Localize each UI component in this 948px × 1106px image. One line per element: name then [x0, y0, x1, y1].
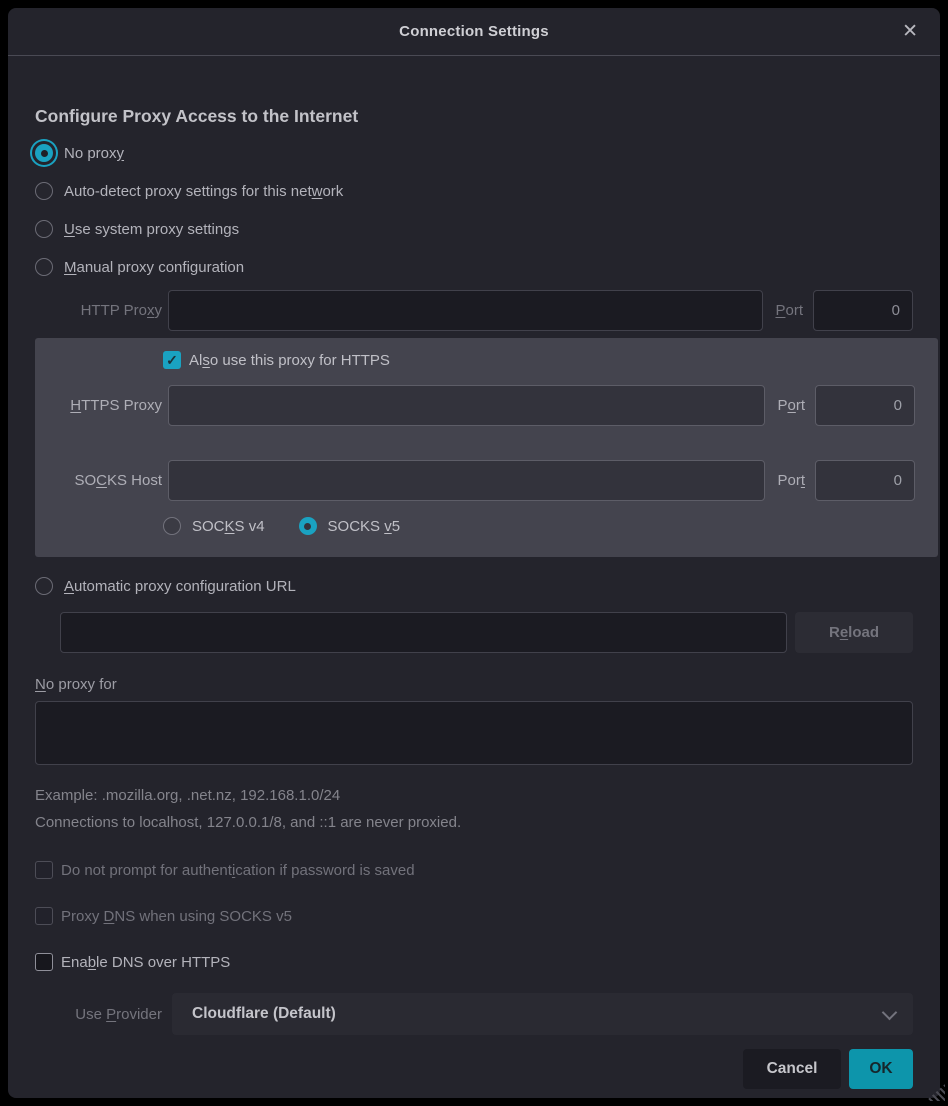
also-https-row[interactable]: ✓ Also use this proxy for HTTPS [163, 348, 915, 372]
socks-host-input[interactable] [168, 460, 765, 501]
socks-host-row: SOCKS Host Port [35, 460, 915, 501]
radio-icon[interactable] [35, 182, 53, 200]
https-proxy-row: HTTPS Proxy Port [35, 385, 915, 426]
dialog-footer: Cancel OK [35, 1049, 913, 1089]
radio-label: Manual proxy configuration [64, 259, 244, 276]
example-text: Example: .mozilla.org, .net.nz, 192.168.… [35, 787, 913, 804]
auto-proxy-url-label: Automatic proxy configuration URL [64, 578, 296, 595]
radio-icon[interactable] [35, 220, 53, 238]
http-proxy-input[interactable] [168, 290, 763, 331]
option-label: Proxy DNS when using SOCKS v5 [61, 908, 292, 925]
radio-no-proxy[interactable]: No proxy [35, 141, 913, 165]
http-proxy-label: HTTP Proxy [35, 302, 162, 319]
provider-row: Use Provider Cloudflare (Default) [35, 993, 913, 1035]
option-proxy-dns-socks5[interactable]: Proxy DNS when using SOCKS v5 [35, 904, 913, 928]
dialog-content: Configure Proxy Access to the Internet N… [8, 106, 940, 1089]
https-socks-spotlight: ✓ Also use this proxy for HTTPS HTTPS Pr… [35, 338, 938, 557]
http-port-label: Port [775, 302, 803, 319]
checkbox-icon[interactable] [35, 953, 53, 971]
also-https-label: Also use this proxy for HTTPS [189, 352, 390, 369]
https-proxy-input[interactable] [168, 385, 765, 426]
socks-version-row: SOCKS v4 SOCKS v5 [163, 514, 915, 538]
socks-port-input[interactable] [815, 460, 915, 501]
cancel-button[interactable]: Cancel [743, 1049, 841, 1089]
provider-selected-value: Cloudflare (Default) [192, 1005, 884, 1023]
title-bar: Connection Settings ✕ [8, 8, 940, 56]
ok-button[interactable]: OK [849, 1049, 913, 1089]
radio-label: No proxy [64, 145, 124, 162]
checkbox-icon[interactable] [35, 861, 53, 879]
radio-label: Auto-detect proxy settings for this netw… [64, 183, 343, 200]
https-port-label: Port [777, 397, 805, 414]
radio-icon[interactable] [35, 577, 53, 595]
auto-proxy-url-row: Reload [35, 612, 913, 653]
chevron-down-icon [882, 1004, 898, 1020]
socks-v5-label: SOCKS v5 [328, 518, 401, 535]
section-heading: Configure Proxy Access to the Internet [35, 106, 913, 127]
radio-auto-detect[interactable]: Auto-detect proxy settings for this netw… [35, 179, 913, 203]
options-group: Do not prompt for authentication if pass… [35, 858, 913, 974]
no-proxy-for-textarea[interactable] [35, 701, 913, 765]
radio-use-system[interactable]: Use system proxy settings [35, 217, 913, 241]
radio-auto-proxy-url[interactable]: Automatic proxy configuration URL [35, 574, 913, 598]
option-enable-doh[interactable]: Enable DNS over HTTPS [35, 950, 913, 974]
checkbox-checked-icon[interactable]: ✓ [163, 351, 181, 369]
option-label: Enable DNS over HTTPS [61, 954, 230, 971]
radio-socks-v5[interactable] [299, 517, 317, 535]
close-icon[interactable]: ✕ [896, 8, 924, 55]
radio-socks-v4[interactable] [163, 517, 181, 535]
reload-button[interactable]: Reload [795, 612, 913, 653]
socks-v4-label: SOCKS v4 [192, 518, 265, 535]
radio-label: Use system proxy settings [64, 221, 239, 238]
http-port-input[interactable] [813, 290, 913, 331]
connection-settings-dialog: Connection Settings ✕ Configure Proxy Ac… [8, 8, 940, 1098]
option-label: Do not prompt for authentication if pass… [61, 862, 415, 879]
radio-manual-proxy[interactable]: Manual proxy configuration [35, 255, 913, 279]
no-proxy-for-label: No proxy for [35, 676, 913, 693]
socks-host-label: SOCKS Host [35, 472, 162, 489]
provider-dropdown[interactable]: Cloudflare (Default) [172, 993, 913, 1035]
https-proxy-label: HTTPS Proxy [35, 397, 162, 414]
dialog-title: Connection Settings [399, 23, 549, 40]
http-proxy-row: HTTP Proxy Port [35, 290, 913, 331]
checkbox-icon[interactable] [35, 907, 53, 925]
https-port-input[interactable] [815, 385, 915, 426]
radio-icon[interactable] [35, 258, 53, 276]
use-provider-label: Use Provider [35, 1006, 162, 1023]
radio-icon-selected[interactable] [35, 144, 53, 162]
check-icon: ✓ [166, 353, 178, 367]
socks-port-label: Port [777, 472, 805, 489]
option-no-auth-prompt[interactable]: Do not prompt for authentication if pass… [35, 858, 913, 882]
auto-proxy-url-input[interactable] [60, 612, 787, 653]
localhost-note: Connections to localhost, 127.0.0.1/8, a… [35, 814, 913, 831]
